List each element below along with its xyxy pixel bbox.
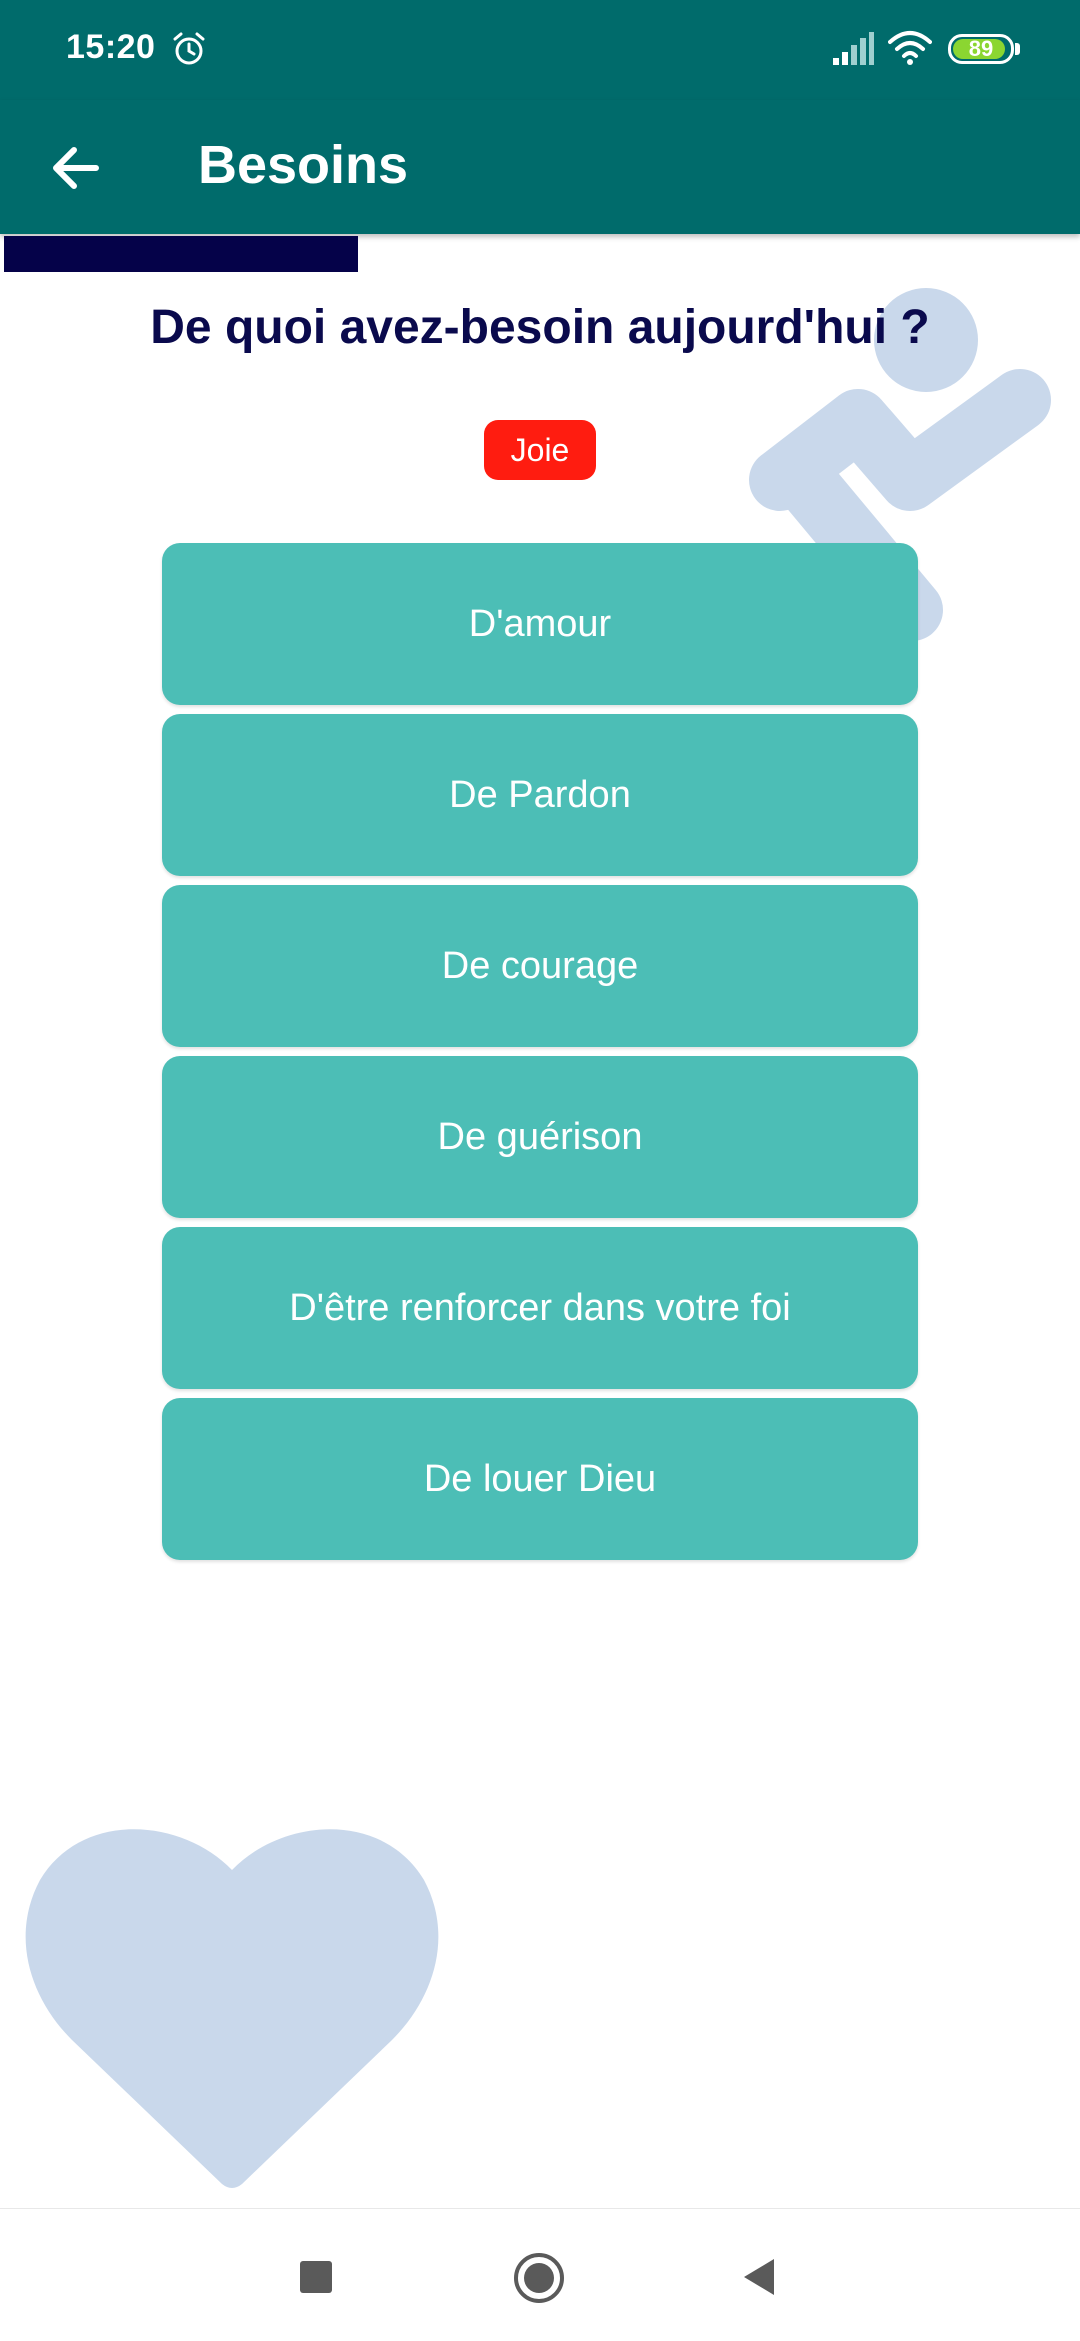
recents-square-icon[interactable] bbox=[300, 2261, 332, 2293]
option-button-amour[interactable]: D'amour bbox=[162, 543, 918, 705]
home-circle-icon[interactable] bbox=[512, 2251, 566, 2305]
progress-bar bbox=[4, 236, 358, 272]
battery-icon: 89 bbox=[948, 34, 1014, 64]
options-list: D'amour De Pardon De courage De guérison… bbox=[162, 543, 918, 1569]
option-button-courage[interactable]: De courage bbox=[162, 885, 918, 1047]
option-button-louer-dieu[interactable]: De louer Dieu bbox=[162, 1398, 918, 1560]
alarm-icon bbox=[173, 32, 205, 65]
signal-icon bbox=[833, 32, 874, 65]
emotion-badge[interactable]: Joie bbox=[484, 420, 596, 480]
battery-level: 89 bbox=[968, 36, 994, 61]
battery-tip bbox=[1015, 43, 1020, 55]
back-arrow-icon[interactable] bbox=[38, 128, 118, 208]
heart-icon bbox=[25, 1829, 439, 2188]
navigation-bar bbox=[0, 2208, 1080, 2341]
app-bar: Besoins bbox=[0, 100, 1080, 234]
status-bar: 15:20 89 bbox=[0, 0, 1080, 100]
page-title: Besoins bbox=[198, 135, 409, 195]
option-button-foi[interactable]: D'être renforcer dans votre foi bbox=[162, 1227, 918, 1389]
option-button-pardon[interactable]: De Pardon bbox=[162, 714, 918, 876]
wifi-icon bbox=[888, 31, 932, 65]
option-button-guerison[interactable]: De guérison bbox=[162, 1056, 918, 1218]
question-heading: De quoi avez-besoin aujourd'hui ? bbox=[150, 301, 930, 354]
status-time: 15:20 bbox=[66, 28, 156, 66]
back-triangle-icon[interactable] bbox=[740, 2257, 780, 2297]
